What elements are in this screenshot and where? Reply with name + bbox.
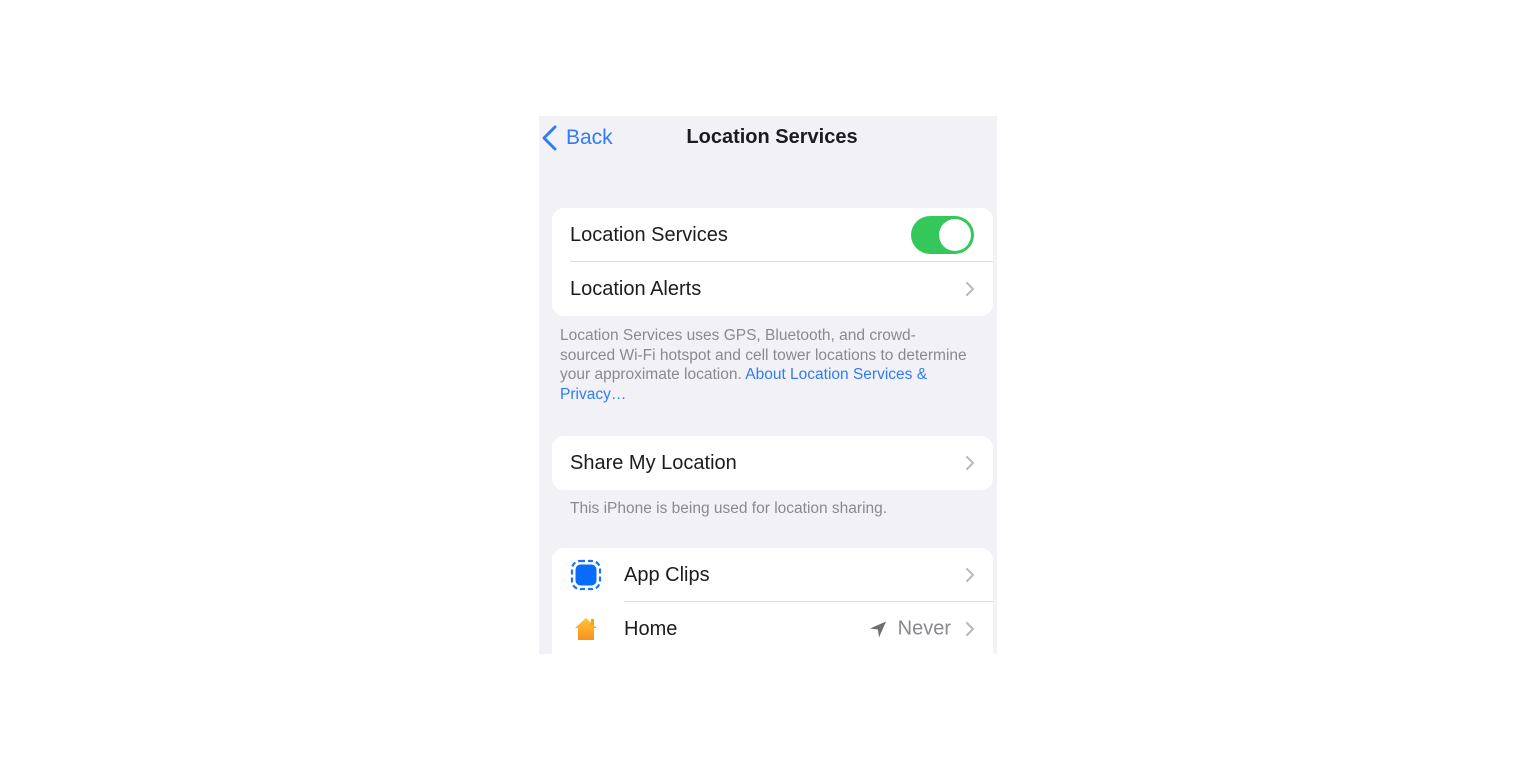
chevron-right-icon	[966, 282, 974, 296]
location-services-description: Location Services uses GPS, Bluetooth, a…	[560, 326, 970, 404]
location-sharing-note: This iPhone is being used for location s…	[570, 500, 888, 517]
app-row-home[interactable]: Home Never	[552, 602, 993, 654]
share-my-location-row[interactable]: Share My Location	[552, 436, 993, 490]
location-services-row: Location Services	[552, 208, 993, 262]
home-permission-value: Never	[897, 617, 951, 640]
app-clips-label: App Clips	[624, 563, 710, 586]
location-alerts-label: Location Alerts	[570, 277, 702, 300]
apps-group: App Clips Home Never	[552, 548, 993, 654]
page-title: Location Services	[686, 126, 858, 148]
toggle-knob	[939, 219, 971, 251]
home-location-permission: Never	[868, 618, 951, 641]
share-location-group: Share My Location	[552, 436, 993, 490]
home-label: Home	[624, 617, 678, 640]
location-services-label: Location Services	[570, 223, 728, 246]
share-my-location-label: Share My Location	[570, 451, 737, 474]
location-alerts-row[interactable]: Location Alerts	[552, 262, 993, 316]
location-services-screen: Back Location Services Location Services…	[539, 116, 997, 654]
chevron-right-icon	[966, 456, 974, 470]
app-row-app-clips[interactable]: App Clips	[552, 548, 993, 602]
home-icon	[575, 618, 597, 640]
location-settings-group: Location Services Location Alerts	[552, 208, 993, 316]
app-clips-icon	[570, 559, 602, 591]
navigation-bar: Back Location Services	[539, 116, 997, 160]
chevron-right-icon	[966, 622, 974, 636]
location-services-toggle[interactable]	[911, 216, 974, 254]
location-arrow-icon	[869, 621, 886, 637]
chevron-right-icon	[966, 568, 974, 582]
